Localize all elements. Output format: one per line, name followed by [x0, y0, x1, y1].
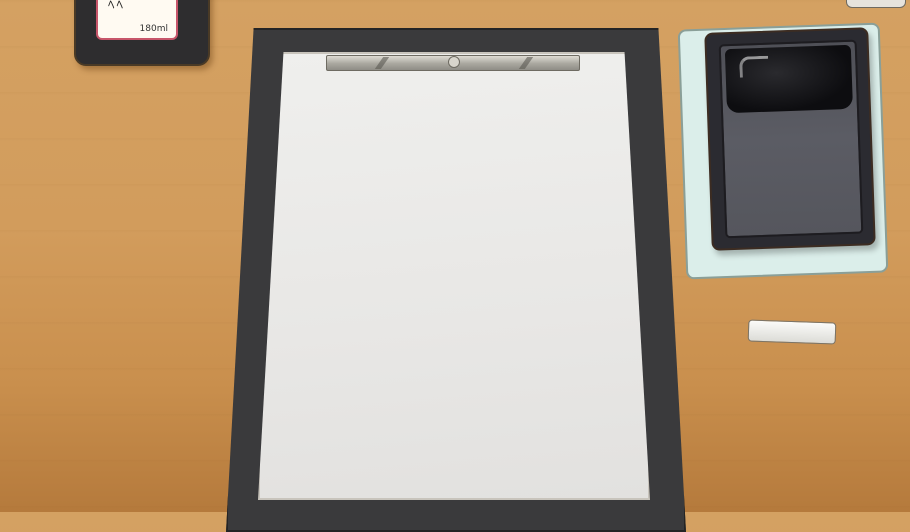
ink-bottle-label-glyph: ﾍﾍ [108, 0, 125, 13]
eraser-icon [747, 319, 837, 345]
ink-bottle-volume: 180ml [139, 24, 168, 34]
inkstone-grinding-surface [718, 39, 864, 239]
desk-scene: ﾍﾍ 180ml [0, 0, 910, 532]
inkstone-ink-well [724, 44, 853, 114]
ink-reflection [739, 55, 769, 78]
paperweight-knob [448, 56, 460, 68]
corner-object [846, 0, 906, 8]
ink-bottle-icon: ﾍﾍ 180ml [74, 0, 210, 66]
inkstone-icon [704, 27, 876, 251]
paperweight-icon [326, 55, 580, 71]
blank-paper-sheet [258, 52, 650, 500]
ink-bottle-label: ﾍﾍ 180ml [96, 0, 178, 40]
